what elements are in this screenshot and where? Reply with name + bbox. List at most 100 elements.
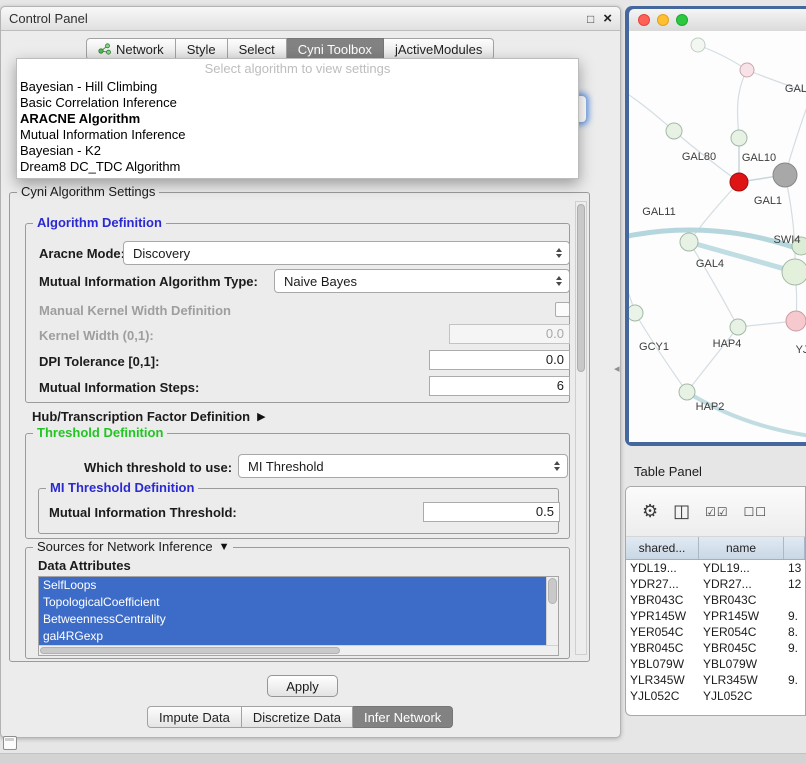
- network-window-titlebar[interactable]: [629, 9, 806, 31]
- dpi-tolerance-field[interactable]: 0.0: [429, 350, 570, 370]
- apply-button[interactable]: Apply: [267, 675, 338, 697]
- which-threshold-select[interactable]: MI Threshold: [238, 454, 568, 478]
- select-all-icon[interactable]: ☑☑: [705, 505, 729, 519]
- table-row[interactable]: YBR045CYBR045C9.: [626, 640, 805, 656]
- list-vscroll-thumb[interactable]: [548, 578, 557, 604]
- column-header-3[interactable]: [784, 537, 805, 559]
- kernel-width-field[interactable]: 0.0: [449, 324, 570, 344]
- dropdown-item-dream8-dc-tdc-algorithm[interactable]: Dream8 DC_TDC Algorithm: [17, 159, 578, 175]
- columns-icon[interactable]: ◫: [673, 501, 690, 522]
- network-edge[interactable]: [687, 392, 806, 436]
- table-row[interactable]: YDL19...YDL19...13: [626, 560, 805, 576]
- network-edge[interactable]: [785, 175, 795, 272]
- hub-definition-toggle[interactable]: Hub/Transcription Factor Definition ▶: [32, 409, 266, 424]
- tab-infer-network[interactable]: Infer Network: [353, 706, 453, 728]
- network-node-label: SWI4: [774, 234, 801, 246]
- table-row[interactable]: YLR345WYLR345W9.: [626, 672, 805, 688]
- table-header: shared...name: [626, 537, 805, 560]
- table-panel-title: Table Panel: [634, 464, 702, 479]
- dropdown-item-bayesian-hill-climbing[interactable]: Bayesian - Hill Climbing: [17, 79, 578, 95]
- list-hscrollbar[interactable]: [39, 645, 558, 655]
- mi-threshold-field[interactable]: 0.5: [423, 502, 560, 522]
- list-vscrollbar[interactable]: [546, 577, 558, 645]
- deselect-all-icon[interactable]: ☐☐: [744, 505, 768, 519]
- table-cell: [784, 656, 805, 672]
- network-node[interactable]: [786, 311, 806, 331]
- tab-style[interactable]: Style: [176, 38, 228, 60]
- network-node[interactable]: [691, 38, 705, 52]
- manual-kernel-checkbox[interactable]: [555, 302, 570, 317]
- close-traffic-light-icon[interactable]: [638, 14, 650, 26]
- tab-label: Infer Network: [364, 710, 441, 725]
- table-row[interactable]: YDR27...YDR27...12: [626, 576, 805, 592]
- mi-type-select[interactable]: Naive Bayes: [274, 269, 570, 293]
- tab-cyni-toolbox[interactable]: Cyni Toolbox: [287, 38, 384, 60]
- list-hscroll-thumb[interactable]: [40, 647, 340, 654]
- dropdown-item-aracne-algorithm[interactable]: ARACNE Algorithm: [17, 111, 578, 127]
- table-cell: YBR045C: [699, 640, 784, 656]
- network-node[interactable]: [740, 63, 754, 77]
- table-cell: YER054C: [699, 624, 784, 640]
- table-row[interactable]: YER054CYER054C8.: [626, 624, 805, 640]
- dropdown-item-mutual-information-inference[interactable]: Mutual Information Inference: [17, 127, 578, 143]
- attribute-item-topologicalcoefficient[interactable]: TopologicalCoefficient: [39, 594, 546, 611]
- attribute-item-gal4rgexp[interactable]: gal4RGexp: [39, 628, 546, 645]
- attributes-items: SelfLoopsTopologicalCoefficientBetweenne…: [39, 577, 558, 645]
- table-row[interactable]: YBL079WYBL079W: [626, 656, 805, 672]
- aracne-mode-select[interactable]: Discovery: [123, 241, 570, 265]
- table-toolbar: ⚙ ◫ ☑☑ ☐☐: [626, 487, 805, 537]
- network-node[interactable]: [730, 173, 748, 191]
- attribute-item-selfloops[interactable]: SelfLoops: [39, 577, 546, 594]
- settings-scrollbar-thumb[interactable]: [577, 204, 585, 372]
- sources-toggle[interactable]: Sources for Network Inference ▼: [33, 539, 233, 554]
- network-node[interactable]: [666, 123, 682, 139]
- zoom-traffic-light-icon[interactable]: [676, 14, 688, 26]
- network-node-label: HAP2: [696, 401, 725, 413]
- tab-discretize-data[interactable]: Discretize Data: [242, 706, 353, 728]
- attribute-item-betweennesscentrality[interactable]: BetweennessCentrality: [39, 611, 546, 628]
- control-panel-window: Control Panel □ × NetworkStyleSelectCyni…: [0, 6, 621, 738]
- mi-steps-label: Mutual Information Steps:: [39, 380, 199, 395]
- float-window-icon[interactable]: □: [587, 12, 594, 26]
- network-edge[interactable]: [698, 45, 747, 70]
- control-panel-tabs: NetworkStyleSelectCyni ToolboxjActiveMod…: [86, 38, 494, 60]
- table-cell: 9.: [784, 640, 805, 656]
- network-node[interactable]: [773, 163, 797, 187]
- network-node[interactable]: [679, 384, 695, 400]
- table-cell: YDR27...: [626, 576, 699, 592]
- minimize-traffic-light-icon[interactable]: [657, 14, 669, 26]
- settings-scrollbar[interactable]: [575, 201, 587, 655]
- gear-icon[interactable]: ⚙: [642, 501, 658, 522]
- network-node[interactable]: [731, 130, 747, 146]
- table-row[interactable]: YBR043CYBR043C: [626, 592, 805, 608]
- network-edge[interactable]: [737, 70, 747, 138]
- table-cell: YPR145W: [626, 608, 699, 624]
- network-edge[interactable]: [629, 91, 674, 131]
- close-window-icon[interactable]: ×: [603, 11, 612, 26]
- column-header-1[interactable]: shared...: [626, 537, 699, 559]
- network-node[interactable]: [629, 305, 643, 321]
- column-header-2[interactable]: name: [699, 537, 784, 559]
- network-node[interactable]: [730, 319, 746, 335]
- splitter-handle-icon[interactable]: ◂: [614, 362, 620, 375]
- network-node[interactable]: [782, 259, 806, 285]
- tab-jactivemodules[interactable]: jActiveModules: [384, 38, 494, 60]
- table-row[interactable]: YPR145WYPR145W9.: [626, 608, 805, 624]
- minimized-panel-icon[interactable]: [3, 736, 17, 750]
- table-cell: 9.: [784, 608, 805, 624]
- tab-select[interactable]: Select: [228, 38, 287, 60]
- tab-impute-data[interactable]: Impute Data: [147, 706, 242, 728]
- table-cell: YJL052C: [626, 688, 699, 704]
- dropdown-item-bayesian-k2[interactable]: Bayesian - K2: [17, 143, 578, 159]
- dropdown-item-basic-correlation-inference[interactable]: Basic Correlation Inference: [17, 95, 578, 111]
- tab-network[interactable]: Network: [86, 38, 176, 60]
- table-cell: [784, 592, 805, 608]
- control-panel-titlebar[interactable]: Control Panel □ ×: [1, 7, 620, 31]
- table-row[interactable]: YJL052CYJL052C: [626, 688, 805, 704]
- network-edge[interactable]: [687, 327, 738, 392]
- table-body: YDL19...YDL19...13YDR27...YDR27...12YBR0…: [626, 560, 805, 704]
- table-cell: 9.: [784, 672, 805, 688]
- network-canvas[interactable]: GAL80GAL10GAL1GAL11SWI4GAL4GCY1HAP4HAP2G…: [629, 31, 806, 442]
- mi-steps-field[interactable]: 6: [429, 376, 570, 396]
- network-node[interactable]: [680, 233, 698, 251]
